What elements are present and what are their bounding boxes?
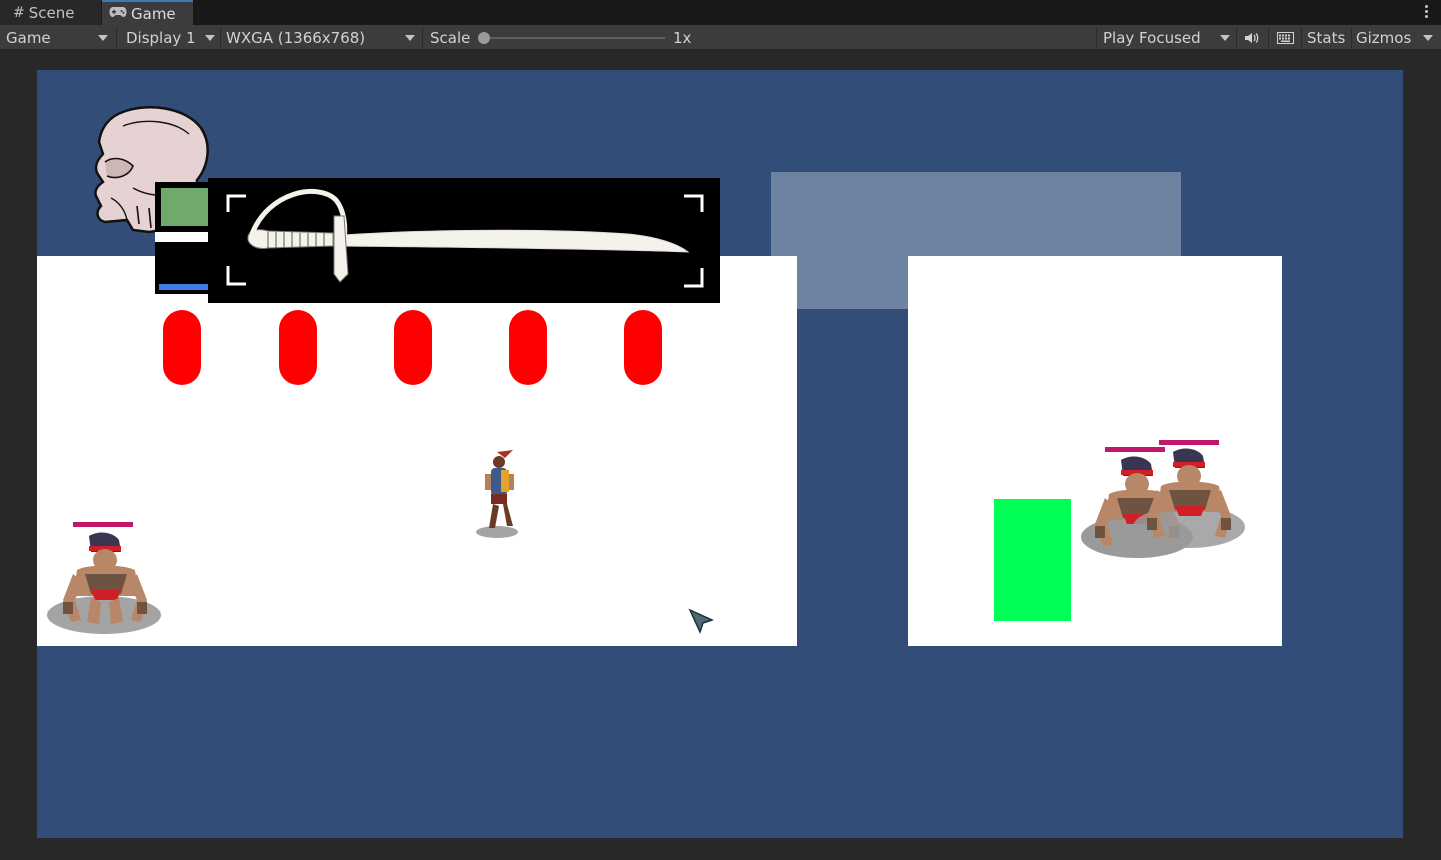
cutlass-icon (226, 188, 704, 288)
toolbar-divider (1268, 27, 1269, 48)
toolbar-divider (116, 27, 117, 48)
enemy-brute (1131, 446, 1247, 552)
equipped-weapon-panel (208, 178, 720, 303)
hash-icon: # (13, 4, 25, 21)
display-dropdown[interactable]: Display 1 (126, 25, 196, 50)
toolbar-divider (1301, 27, 1302, 48)
stats-toggle[interactable]: Stats (1307, 25, 1345, 50)
mouse-cursor-icon (688, 608, 715, 635)
scale-value-text: 1x (673, 28, 692, 47)
toolbar-divider (1236, 27, 1237, 48)
resolution-dropdown[interactable]: WXGA (1366x768) (226, 25, 365, 50)
exit-zone (994, 499, 1071, 621)
chevron-down-icon[interactable] (1423, 35, 1433, 41)
keyboard-shortcuts-toggle[interactable] (1277, 25, 1294, 50)
play-mode-value: Play Focused (1103, 28, 1201, 47)
gizmos-toggle[interactable]: Gizmos (1356, 25, 1411, 50)
view-mode-dropdown[interactable]: Game (6, 25, 51, 50)
speaker-icon (1245, 32, 1259, 43)
enemy-health-bar (1159, 440, 1219, 445)
keyboard-icon (1277, 31, 1294, 44)
scale-slider-handle[interactable] (478, 32, 490, 44)
toolbar-divider (1351, 27, 1352, 48)
tab-scene[interactable]: # Scene (0, 0, 101, 25)
view-mode-value: Game (6, 28, 51, 47)
game-view-toolbar: Game Display 1 WXGA (1366x768) Scale 1x … (0, 25, 1441, 50)
play-mode-dropdown[interactable]: Play Focused (1103, 25, 1201, 50)
tab-game-label: Game (131, 4, 176, 23)
stats-label: Stats (1307, 28, 1346, 47)
scale-value: 1x (673, 25, 691, 50)
chevron-down-icon (205, 35, 215, 41)
resolution-value: WXGA (1366x768) (226, 28, 366, 47)
ammo-pill (163, 310, 201, 385)
tab-scene-label: Scene (28, 3, 75, 22)
player-health-fill (161, 188, 209, 226)
display-value: Display 1 (126, 28, 196, 47)
chevron-down-icon (1220, 35, 1230, 41)
chevron-down-icon (405, 35, 415, 41)
toolbar-divider (422, 27, 423, 48)
editor-tab-bar: # Scene Game (0, 0, 1441, 25)
scale-label-text: Scale (430, 28, 471, 47)
brute-sprite-icon (1147, 448, 1231, 538)
tab-game[interactable]: Game (102, 0, 193, 25)
bar-gap (155, 232, 215, 242)
ammo-pill (394, 310, 432, 385)
enemy-brute (47, 530, 163, 636)
player-character (473, 448, 523, 540)
chevron-down-icon (98, 35, 108, 41)
ammo-pill (509, 310, 547, 385)
scale-label: Scale (430, 25, 470, 50)
mute-audio-toggle[interactable] (1244, 25, 1260, 50)
brute-sprite-icon (63, 532, 147, 624)
gamepad-icon (109, 6, 127, 22)
scale-slider-track[interactable] (484, 37, 665, 39)
player-stamina-bar (155, 242, 215, 294)
more-options-icon[interactable] (1425, 3, 1429, 20)
pirate-sprite-icon (485, 450, 514, 528)
gizmos-label: Gizmos (1356, 28, 1412, 47)
ammo-pill (624, 310, 662, 385)
ammo-pill (279, 310, 317, 385)
toolbar-divider (1096, 27, 1097, 48)
player-health-bar (155, 182, 215, 232)
toolbar-divider (220, 27, 221, 48)
game-viewport[interactable] (37, 70, 1403, 838)
player-stamina-fill (159, 284, 213, 290)
enemy-health-bar (73, 522, 133, 527)
